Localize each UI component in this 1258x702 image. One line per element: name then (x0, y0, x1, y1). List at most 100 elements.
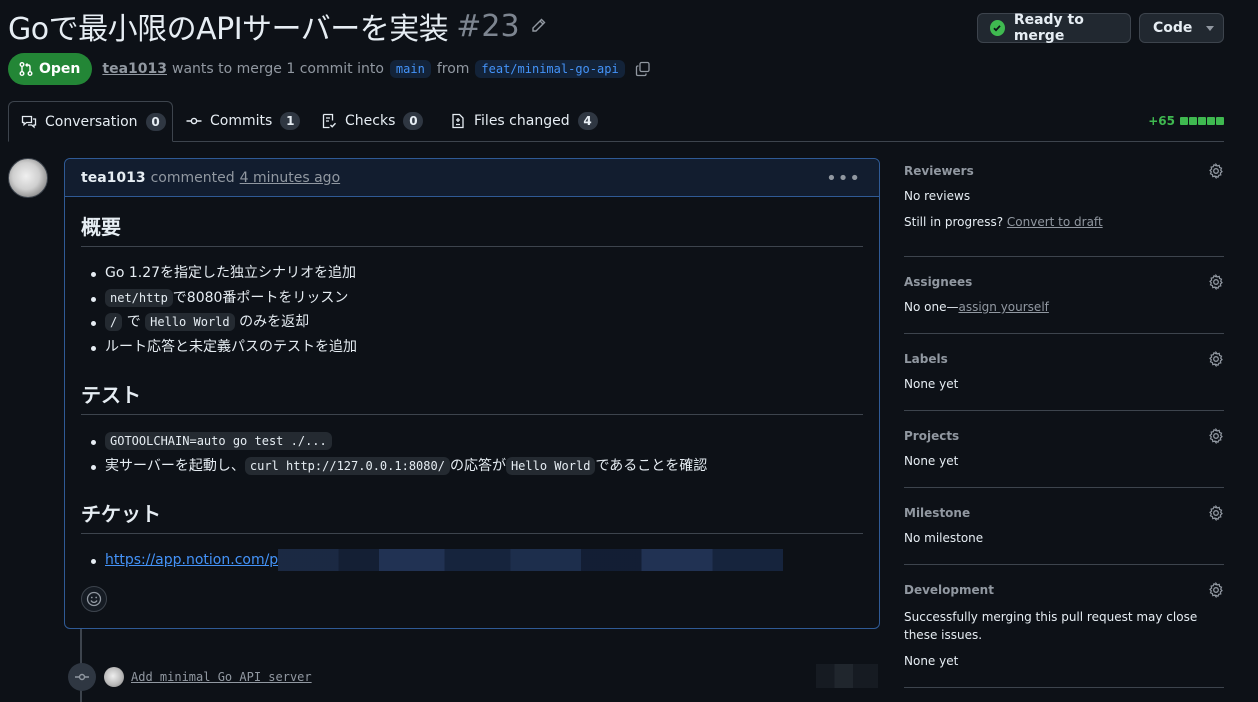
test-list: GOTOOLCHAIN=auto go test ./... 実サーバーを起動し… (81, 429, 707, 478)
merge-text: wants to merge 1 commit into (172, 61, 384, 77)
assignees-value: No one—assign yourself (904, 300, 1049, 314)
tab-files-changed[interactable]: Files changed 4 (450, 101, 598, 141)
list-item: 実サーバーを起動し、 curl http://127.0.0.1:8080/の応答… (90, 454, 707, 479)
comment-author[interactable]: tea1013 (81, 170, 146, 186)
sidebar-milestone: Milestone No milestone (904, 500, 1224, 565)
author-avatar[interactable] (8, 158, 48, 198)
pr-tabs: Conversation 0 Commits 1 Checks 0 Files … (8, 101, 1224, 142)
list-item: / で Hello World のみを返却 (91, 310, 357, 335)
sidebar-assignees: Assignees No one—assign yourself (904, 269, 1224, 334)
state-badge: Open (8, 53, 93, 85)
reviewers-progress: Still in progress? Convert to draft (904, 215, 1103, 229)
commit-author-avatar[interactable] (104, 667, 124, 687)
heading-overview: 概要 (81, 211, 863, 247)
edit-pencil-icon[interactable] (530, 18, 546, 34)
list-item: https://app.notion.com/p (90, 548, 784, 573)
assign-yourself-link[interactable]: assign yourself (958, 300, 1048, 314)
diffstat: +65 (1148, 114, 1224, 128)
timeline-commit: Add minimal Go API server (68, 662, 880, 692)
git-commit-icon (68, 663, 96, 691)
comment-action: commented (150, 169, 235, 186)
check-circle-icon (990, 20, 1005, 36)
code-label: Code (1153, 20, 1193, 36)
diffstat-blocks (1179, 117, 1224, 125)
copy-icon[interactable] (635, 61, 651, 77)
overview-list: Go 1.27を指定した独立シナリオを追加 net/http で8080番ポートを… (81, 261, 357, 360)
tab-checks[interactable]: Checks 0 (321, 101, 424, 141)
pull-request-icon (19, 62, 33, 76)
inline-code: Hello World (505, 456, 596, 475)
list-item: Go 1.27を指定した独立シナリオを追加 (91, 261, 357, 286)
redacted-url (278, 549, 784, 571)
reviewers-value: No reviews (904, 189, 971, 203)
caret-down-icon (1206, 25, 1215, 31)
tab-commits[interactable]: Commits 1 (186, 101, 301, 141)
development-value: None yet (904, 654, 959, 668)
pr-meta: Open tea1013 wants to merge 1 commit int… (8, 53, 651, 85)
pr-title: Goで最小限のAPIサーバーを実装 #23 (8, 4, 546, 48)
sidebar-heading: Reviewers (904, 164, 974, 178)
sidebar-heading: Milestone (904, 506, 971, 520)
add-reaction-button[interactable] (81, 586, 107, 612)
base-branch[interactable]: main (389, 60, 431, 78)
state-label: Open (39, 61, 81, 77)
gear-icon[interactable] (1208, 274, 1224, 290)
convert-to-draft-link[interactable]: Convert to draft (1007, 215, 1103, 229)
pr-description-comment: tea1013 commented 4 minutes ago ••• 概要 G… (64, 158, 880, 629)
additions-count: +65 (1148, 114, 1175, 128)
gear-icon[interactable] (1208, 163, 1224, 179)
ticket-link[interactable]: https://app.notion.com/p (105, 552, 278, 568)
labels-value: None yet (904, 377, 959, 391)
sidebar-labels: Labels None yet (904, 346, 1224, 411)
redacted-commit-sha (816, 664, 878, 688)
sidebar-projects: Projects None yet (904, 423, 1224, 488)
gear-icon[interactable] (1208, 582, 1224, 598)
ticket-list: https://app.notion.com/p (81, 548, 784, 573)
ready-to-merge-label: Ready to merge (1013, 12, 1084, 44)
gear-icon[interactable] (1208, 428, 1224, 444)
list-item: GOTOOLCHAIN=auto go test ./... (90, 429, 707, 454)
gear-icon[interactable] (1208, 351, 1224, 367)
sidebar-heading: Assignees (904, 275, 973, 289)
smiley-icon (86, 591, 102, 607)
sidebar-development: Development Successfully merging this pu… (904, 577, 1224, 688)
pr-title-text: Goで最小限のAPIサーバーを実装 (8, 12, 449, 47)
tab-counter: 1 (280, 112, 301, 130)
sidebar-heading: Labels (904, 352, 948, 366)
commit-message[interactable]: Add minimal Go API server (131, 670, 312, 684)
comment-discussion-icon (21, 115, 37, 128)
tab-label: Commits (210, 113, 273, 129)
heading-test: テスト (81, 379, 863, 415)
sidebar-reviewers: Reviewers No reviews Still in progress? … (904, 158, 1224, 257)
heading-ticket: チケット (81, 498, 863, 534)
tab-label: Checks (345, 113, 396, 129)
tab-counter: 4 (577, 112, 598, 130)
list-item: net/http で8080番ポートをリッスン (91, 286, 357, 311)
file-diff-icon (452, 113, 464, 129)
git-commit-icon (186, 117, 202, 125)
inline-code: net/http (105, 288, 173, 307)
pr-number: #23 (456, 8, 520, 44)
projects-value: None yet (904, 454, 959, 468)
head-branch[interactable]: feat/minimal-go-api (475, 60, 625, 78)
inline-code: GOTOOLCHAIN=auto go test ./... (105, 432, 332, 450)
inline-code: / (105, 313, 123, 332)
comment-timestamp[interactable]: 4 minutes ago (240, 170, 341, 186)
tab-conversation[interactable]: Conversation 0 (8, 101, 173, 142)
tab-counter: 0 (145, 112, 166, 131)
inline-code: Hello World (145, 313, 235, 332)
development-description: Successfully merging this pull request m… (904, 610, 1198, 642)
comment-header: tea1013 commented 4 minutes ago ••• (65, 159, 879, 197)
gear-icon[interactable] (1208, 505, 1224, 521)
ready-to-merge-button[interactable]: Ready to merge (977, 12, 1131, 44)
code-dropdown-button[interactable]: Code (1139, 13, 1224, 43)
milestone-value: No milestone (904, 531, 984, 545)
sidebar-heading: Projects (904, 429, 960, 443)
tab-label: Files changed (474, 113, 570, 129)
checklist-icon (322, 113, 337, 129)
author-link[interactable]: tea1013 (102, 61, 167, 77)
kebab-menu-icon[interactable]: ••• (826, 168, 861, 189)
inline-code: curl http://127.0.0.1:8080/ (244, 456, 450, 475)
from-text: from (436, 61, 470, 77)
tab-label: Conversation (45, 113, 138, 130)
